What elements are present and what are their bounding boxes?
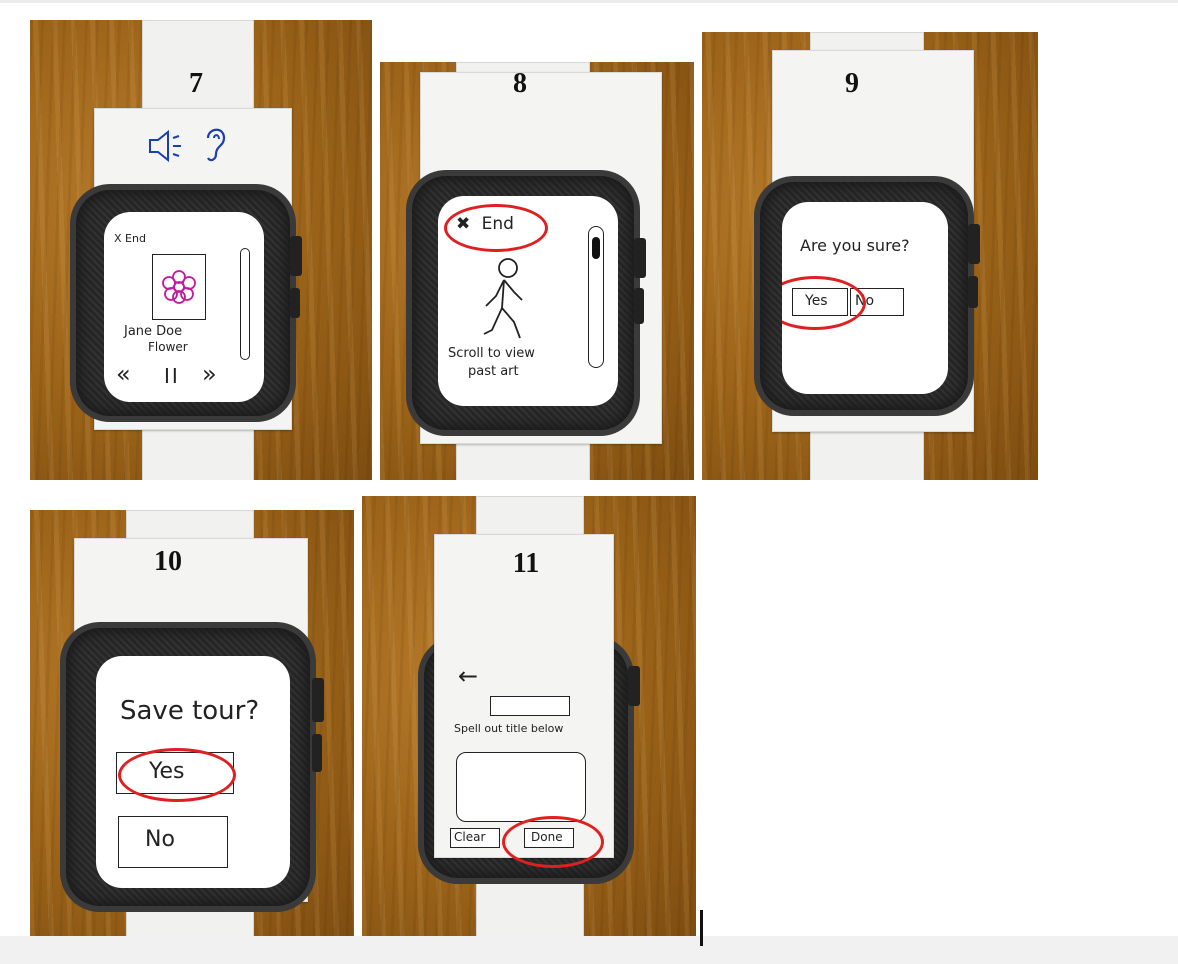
panel-number: 8 (513, 68, 527, 99)
artwork-title: Flower (148, 340, 188, 354)
clear-label: Clear (454, 830, 486, 844)
no-label: No (145, 827, 175, 852)
scroll-caption-line1: Scroll to view (448, 346, 535, 361)
scroll-bar[interactable] (240, 248, 250, 360)
panel-number: 9 (845, 68, 859, 99)
watch-screen: ✖ End Scroll to view past art (438, 196, 618, 406)
rewind-button[interactable]: « (116, 362, 131, 386)
panel-11: 11 ← Spell out title below Clear Done (362, 496, 696, 940)
watch-screen: Save tour? Yes No (96, 656, 290, 888)
highlight-ring (444, 204, 548, 252)
panel-number: 7 (189, 68, 203, 99)
highlight-ring (782, 276, 866, 330)
watch-screen: Are you sure? Yes No (782, 202, 948, 394)
highlight-ring (502, 816, 604, 868)
bottom-border (0, 936, 1178, 964)
handwriting-area[interactable] (456, 752, 586, 822)
panel-number: 10 (154, 546, 182, 577)
end-button[interactable]: X End (114, 232, 146, 245)
forward-button[interactable]: » (202, 362, 217, 386)
watch-button (634, 288, 644, 324)
watch-crown (628, 666, 640, 706)
watch-crown (968, 224, 980, 264)
watch-screen: X End Jane Doe Flower « II » (104, 212, 264, 402)
watch-crown (312, 678, 324, 722)
watch-button (312, 734, 322, 772)
panel-number: 11 (512, 548, 540, 579)
watch-button (290, 288, 300, 318)
flower-icon (162, 270, 196, 304)
instruction-text: Spell out title below (454, 722, 564, 735)
watch-button (968, 276, 978, 308)
text-cursor (700, 910, 703, 946)
title-input[interactable] (490, 696, 570, 716)
confirm-question: Are you sure? (800, 236, 910, 255)
artist-name: Jane Doe (124, 324, 183, 339)
panel-9: 9 Are you sure? Yes No (702, 32, 1038, 480)
panel-7: 7 X End Jane Doe Flower « II » (30, 20, 372, 480)
scroll-caption-line2: past art (468, 364, 519, 379)
pause-button[interactable]: II (164, 364, 180, 388)
watch-crown (634, 238, 646, 278)
panel-10: 10 Save tour? Yes No (30, 510, 354, 940)
panel-8: 8 ✖ End Scroll to view past art (380, 62, 694, 480)
artwork-image (152, 254, 206, 320)
scroll-thumb[interactable] (592, 237, 600, 259)
save-tour-question: Save tour? (120, 696, 260, 726)
no-button[interactable]: No (118, 816, 228, 868)
top-border (0, 0, 1178, 3)
clear-button[interactable]: Clear (450, 828, 500, 848)
watch-crown (290, 236, 302, 276)
highlight-ring (118, 748, 236, 802)
scroll-bar[interactable] (588, 226, 604, 368)
back-arrow-icon[interactable]: ← (458, 662, 478, 690)
